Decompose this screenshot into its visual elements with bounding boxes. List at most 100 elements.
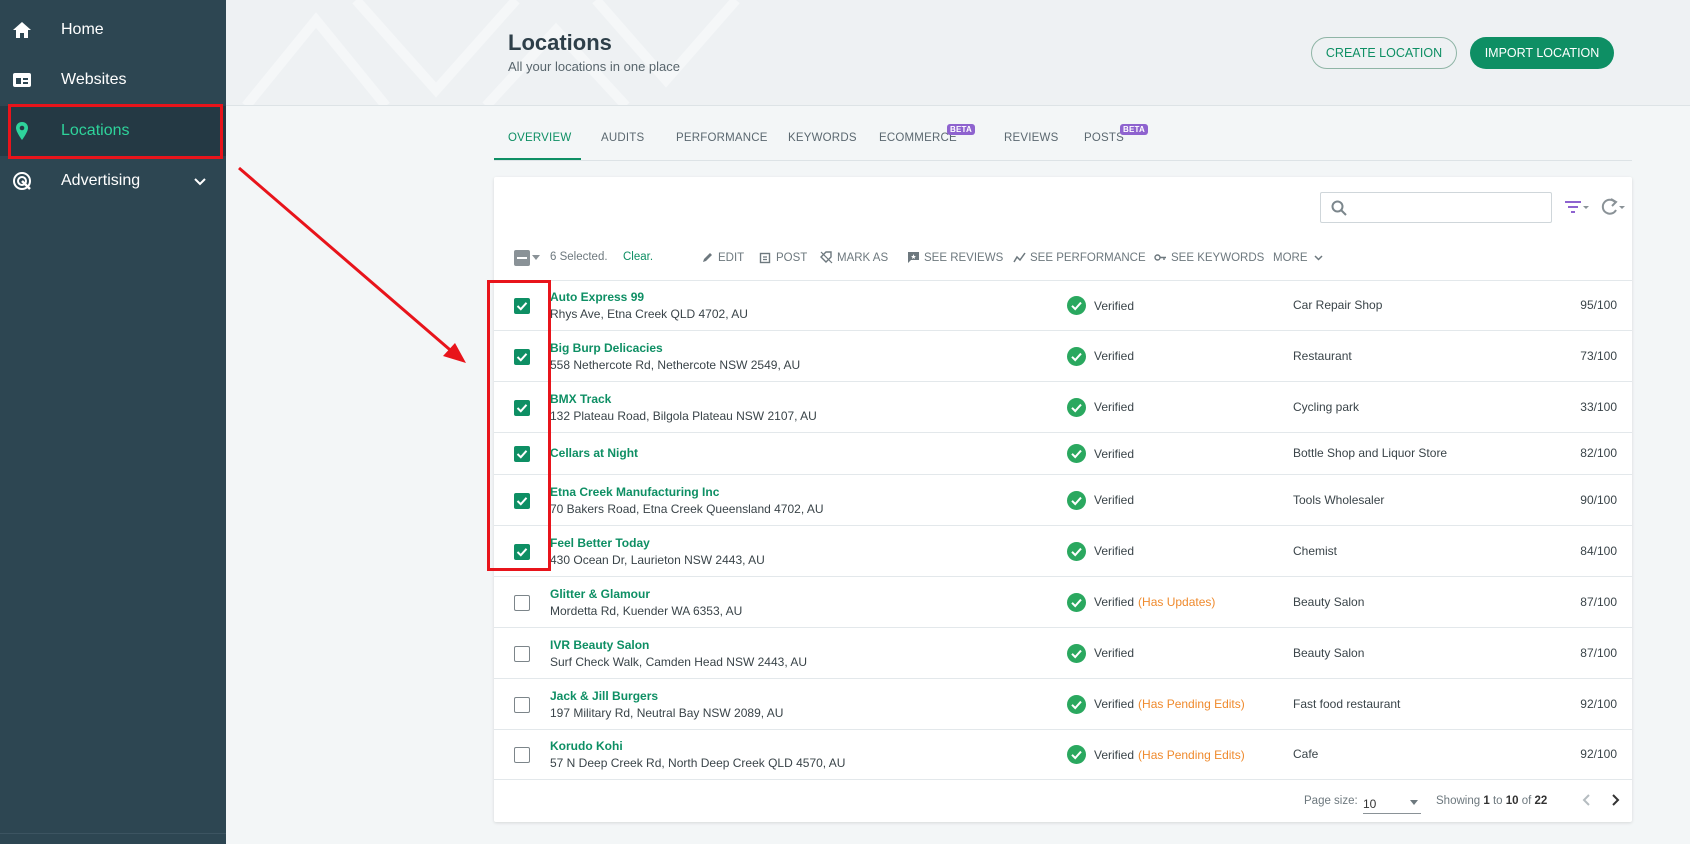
sidebar-item-label: Home: [61, 21, 104, 38]
select-all-checkbox[interactable]: [514, 250, 530, 266]
table-row[interactable]: Etna Creek Manufacturing Inc 70 Bakers Ro…: [494, 475, 1632, 526]
check-circle-icon: [1067, 592, 1086, 612]
bulk-actions-toolbar: 6 Selected. Clear. EDIT POST MARK AS SEE…: [494, 243, 1632, 273]
tab-posts[interactable]: POSTS BETA: [1084, 124, 1148, 144]
range-to: 10: [1505, 795, 1519, 807]
verification-status: Verified: [1067, 444, 1134, 463]
tab-keywords[interactable]: KEYWORDS: [788, 132, 857, 144]
location-name-link[interactable]: Jack & Jill Burgers: [550, 689, 658, 703]
location-category: Tools Wholesaler: [1293, 492, 1385, 507]
tab-reviews[interactable]: REVIEWS: [1004, 132, 1058, 144]
see-performance-label: SEE PERFORMANCE: [1030, 251, 1146, 264]
status-text: Verified: [1094, 400, 1135, 414]
search-icon: [1331, 200, 1347, 216]
chevron-down-icon[interactable]: [192, 173, 208, 189]
table-row[interactable]: IVR Beauty Salon Surf Check Walk, Camden …: [494, 628, 1632, 679]
verification-status: Verified: [1067, 490, 1134, 510]
status-text: Verified: [1094, 446, 1135, 461]
chevron-down-icon: [1313, 255, 1323, 261]
check-circle-icon: [1067, 490, 1086, 510]
location-name-link[interactable]: Etna Creek Manufacturing Inc: [550, 485, 719, 499]
more-button[interactable]: MORE: [1273, 251, 1325, 264]
row-checkbox[interactable]: [514, 594, 530, 611]
table-row[interactable]: Korudo Kohi 57 N Deep Creek Rd, North Dee…: [494, 730, 1632, 780]
status-note-link[interactable]: (Has Pending Edits): [1138, 748, 1245, 762]
location-address: 430 Ocean Dr, Laurieton NSW 2443, AU: [550, 552, 765, 567]
verification-status: Verified (Has Pending Edits): [1067, 745, 1245, 764]
chart-line-icon: [1013, 252, 1026, 263]
row-checkbox[interactable]: [514, 747, 530, 763]
import-location-button[interactable]: IMPORT LOCATION: [1470, 37, 1614, 69]
table-row[interactable]: Cellars at Night Verified Bottle Shop and …: [494, 433, 1632, 475]
tab-performance[interactable]: PERFORMANCE: [676, 132, 768, 144]
check-circle-icon: [1067, 444, 1086, 463]
see-performance-button[interactable]: SEE PERFORMANCE: [1013, 251, 1146, 264]
location-name-link[interactable]: Korudo Kohi: [550, 739, 623, 753]
verification-status: Verified: [1067, 541, 1134, 561]
chevron-left-icon[interactable]: [1580, 793, 1594, 807]
status-note-link[interactable]: (Has Updates): [1138, 595, 1215, 609]
verification-status: Verified: [1067, 397, 1135, 417]
location-score: 87/100: [1580, 645, 1617, 660]
table-row[interactable]: Feel Better Today 430 Ocean Dr, Laurieton…: [494, 526, 1632, 577]
see-keywords-button[interactable]: SEE KEYWORDS: [1154, 251, 1264, 264]
tab-audits[interactable]: AUDITS: [601, 132, 644, 144]
location-category: Car Repair Shop: [1293, 298, 1383, 312]
sidebar-item-websites[interactable]: Websites: [0, 55, 226, 105]
clear-selection-link[interactable]: Clear.: [623, 251, 653, 263]
location-category: Cycling park: [1293, 399, 1360, 414]
filter-icon[interactable]: [1564, 197, 1590, 217]
location-name-link[interactable]: BMX Track: [550, 392, 611, 406]
page-subtitle: All your locations in one place: [508, 59, 680, 74]
sidebar-item-advertising[interactable]: Advertising: [0, 156, 226, 206]
pagination-info: Showing 1 to 10 of 22: [1436, 795, 1547, 807]
beta-badge: BETA: [947, 124, 975, 135]
total-count: 22: [1534, 795, 1548, 807]
location-address: Rhys Ave, Etna Creek QLD 4702, AU: [550, 307, 748, 321]
row-checkbox[interactable]: [514, 645, 530, 662]
location-name-link[interactable]: Cellars at Night: [550, 446, 638, 460]
status-text: Verified: [1094, 697, 1135, 711]
location-name-link[interactable]: Glitter & Glamour: [550, 587, 650, 601]
see-reviews-button[interactable]: SEE REVIEWS: [907, 251, 1003, 264]
check-circle-icon: [1067, 541, 1086, 561]
check-circle-icon: [1067, 643, 1086, 663]
status-note-link[interactable]: (Has Pending Edits): [1138, 697, 1245, 711]
range-from: 1: [1483, 795, 1490, 807]
table-row[interactable]: Jack & Jill Burgers 197 Military Rd, Neut…: [494, 679, 1632, 730]
chevron-right-icon[interactable]: [1608, 793, 1622, 807]
location-name-link[interactable]: IVR Beauty Salon: [550, 638, 649, 652]
tab-ecommerce[interactable]: ECOMMERCE BETA: [879, 124, 975, 144]
location-score: 92/100: [1580, 747, 1617, 761]
key-icon: [1154, 254, 1166, 261]
search-input[interactable]: [1320, 192, 1552, 223]
location-name-link[interactable]: Feel Better Today: [550, 536, 650, 550]
tab-overview[interactable]: OVERVIEW: [508, 132, 571, 144]
mark-as-button[interactable]: MARK AS: [820, 251, 888, 264]
row-checkbox[interactable]: [514, 696, 530, 713]
table-row[interactable]: Big Burp Delicacies 558 Nethercote Rd, Ne…: [494, 331, 1632, 382]
tab-bar: OVERVIEW AUDITS PERFORMANCE KEYWORDS ECO…: [494, 118, 1632, 161]
location-name-link[interactable]: Big Burp Delicacies: [550, 341, 663, 355]
refresh-icon[interactable]: [1598, 196, 1626, 218]
page-size-select[interactable]: 10: [1363, 790, 1421, 814]
location-category: Restaurant: [1293, 348, 1352, 363]
table-row[interactable]: Glitter & Glamour Mordetta Rd, Kuender WA…: [494, 577, 1632, 628]
table-row[interactable]: BMX Track 132 Plateau Road, Bilgola Plate…: [494, 382, 1632, 433]
verification-status: Verified (Has Pending Edits): [1067, 694, 1245, 714]
status-text: Verified: [1094, 349, 1135, 363]
sidebar-item-home[interactable]: Home: [0, 5, 226, 55]
pagination: Page size: 10 Showing 1 to 10 of 22: [494, 785, 1632, 815]
post-button[interactable]: POST: [759, 251, 807, 264]
edit-button[interactable]: EDIT: [701, 251, 744, 264]
create-location-button[interactable]: CREATE LOCATION: [1311, 37, 1457, 69]
of-word: of: [1521, 795, 1532, 807]
page-size-value: 10: [1363, 797, 1377, 811]
location-category: Chemist: [1293, 543, 1338, 558]
table-row[interactable]: Auto Express 99 Rhys Ave, Etna Creek QLD …: [494, 281, 1632, 331]
location-name-link[interactable]: Auto Express 99: [550, 290, 644, 304]
location-score: 82/100: [1580, 446, 1617, 460]
sidebar-item-label: Advertising: [61, 172, 141, 189]
target-icon: [12, 171, 32, 191]
select-menu-caret-icon[interactable]: [532, 255, 540, 260]
